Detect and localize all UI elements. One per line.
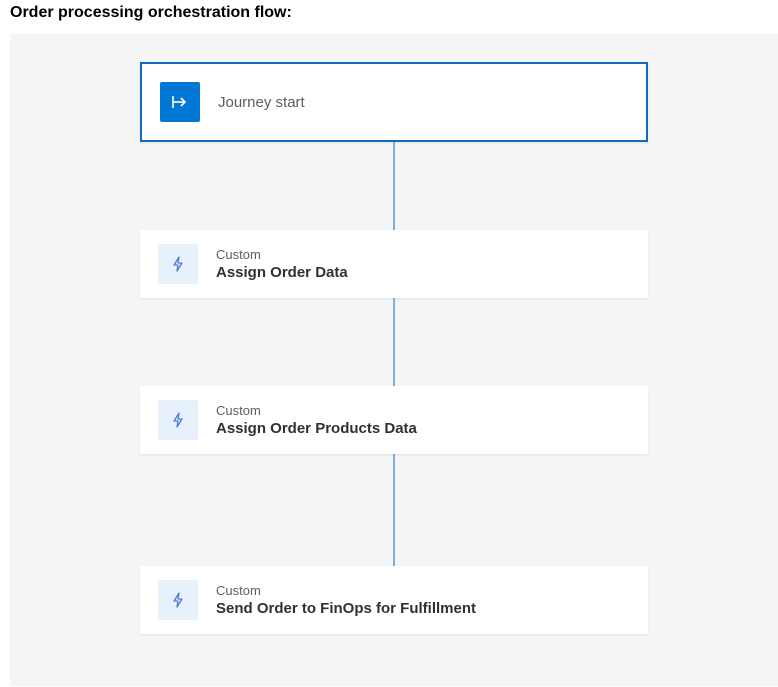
node-title: Assign Order Data [216, 264, 348, 281]
start-arrow-icon [160, 82, 200, 122]
flow-connector [393, 454, 395, 566]
lightning-icon [158, 580, 198, 620]
flow-canvas: Journey start Custom Assign Order Data C… [10, 34, 778, 686]
flow-connector [393, 298, 395, 386]
node-title: Send Order to FinOps for Fulfillment [216, 600, 476, 617]
lightning-icon [158, 244, 198, 284]
page-title: Order processing orchestration flow: [0, 0, 778, 34]
flow-node-send-order-finops[interactable]: Custom Send Order to FinOps for Fulfillm… [140, 566, 648, 634]
flow-node-start[interactable]: Journey start [140, 62, 648, 142]
node-title: Assign Order Products Data [216, 420, 417, 437]
lightning-icon [158, 400, 198, 440]
node-category: Custom [216, 583, 476, 598]
flow-node-assign-order-products-data[interactable]: Custom Assign Order Products Data [140, 386, 648, 454]
start-node-label: Journey start [218, 94, 305, 111]
node-category: Custom [216, 403, 417, 418]
flow-node-assign-order-data[interactable]: Custom Assign Order Data [140, 230, 648, 298]
flow-connector [393, 142, 395, 230]
node-category: Custom [216, 247, 348, 262]
